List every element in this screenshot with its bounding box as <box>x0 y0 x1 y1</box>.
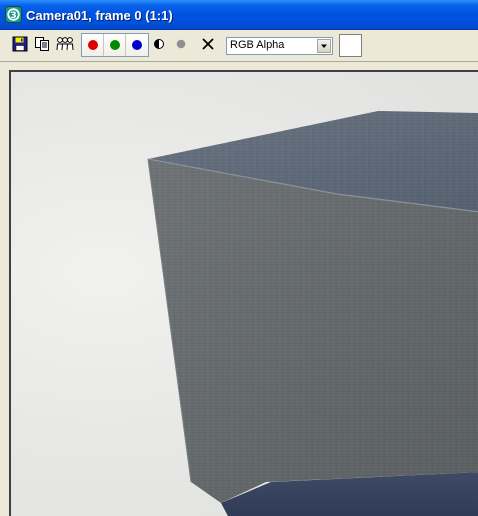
window-title: Camera01, frame 0 (1:1) <box>26 8 173 23</box>
color-swatch[interactable] <box>339 34 362 57</box>
title-bar[interactable]: 3 Camera01, frame 0 (1:1) <box>0 0 478 30</box>
people-icon <box>56 37 74 51</box>
clear-x-icon <box>202 38 214 50</box>
alpha-channel-icon <box>176 39 186 49</box>
box-front-grain <box>148 159 478 503</box>
chevron-down-icon <box>321 44 327 48</box>
monochrome-icon <box>154 39 164 49</box>
monochrome-button[interactable] <box>149 34 169 54</box>
dropdown-arrow-button[interactable] <box>317 39 331 53</box>
copy-icon <box>35 37 49 51</box>
save-image-button[interactable] <box>10 34 30 54</box>
alpha-channel-button[interactable] <box>171 34 191 54</box>
rendered-frame-window: 3 Camera01, frame 0 (1:1) RGB Alpha <box>0 0 478 516</box>
print-button[interactable] <box>55 34 75 54</box>
rendered-image <box>147 111 478 516</box>
green-dot-icon <box>109 40 120 50</box>
render-viewport[interactable] <box>9 70 478 516</box>
channel-toggle-group <box>81 33 149 57</box>
clone-window-button[interactable] <box>32 34 52 54</box>
svg-text:3: 3 <box>10 11 16 21</box>
blue-channel-toggle[interactable] <box>126 34 148 56</box>
channel-display-dropdown[interactable]: RGB Alpha <box>226 37 333 55</box>
red-channel-toggle[interactable] <box>82 34 104 56</box>
blue-dot-icon <box>132 40 142 50</box>
red-dot-icon <box>87 40 98 50</box>
floppy-disk-icon <box>12 36 28 52</box>
frame-toolbar: RGB Alpha <box>0 30 478 62</box>
green-channel-toggle[interactable] <box>104 34 126 56</box>
channel-display-value: RGB Alpha <box>230 39 285 51</box>
clear-button[interactable] <box>198 34 218 54</box>
app-icon: 3 <box>5 6 22 23</box>
